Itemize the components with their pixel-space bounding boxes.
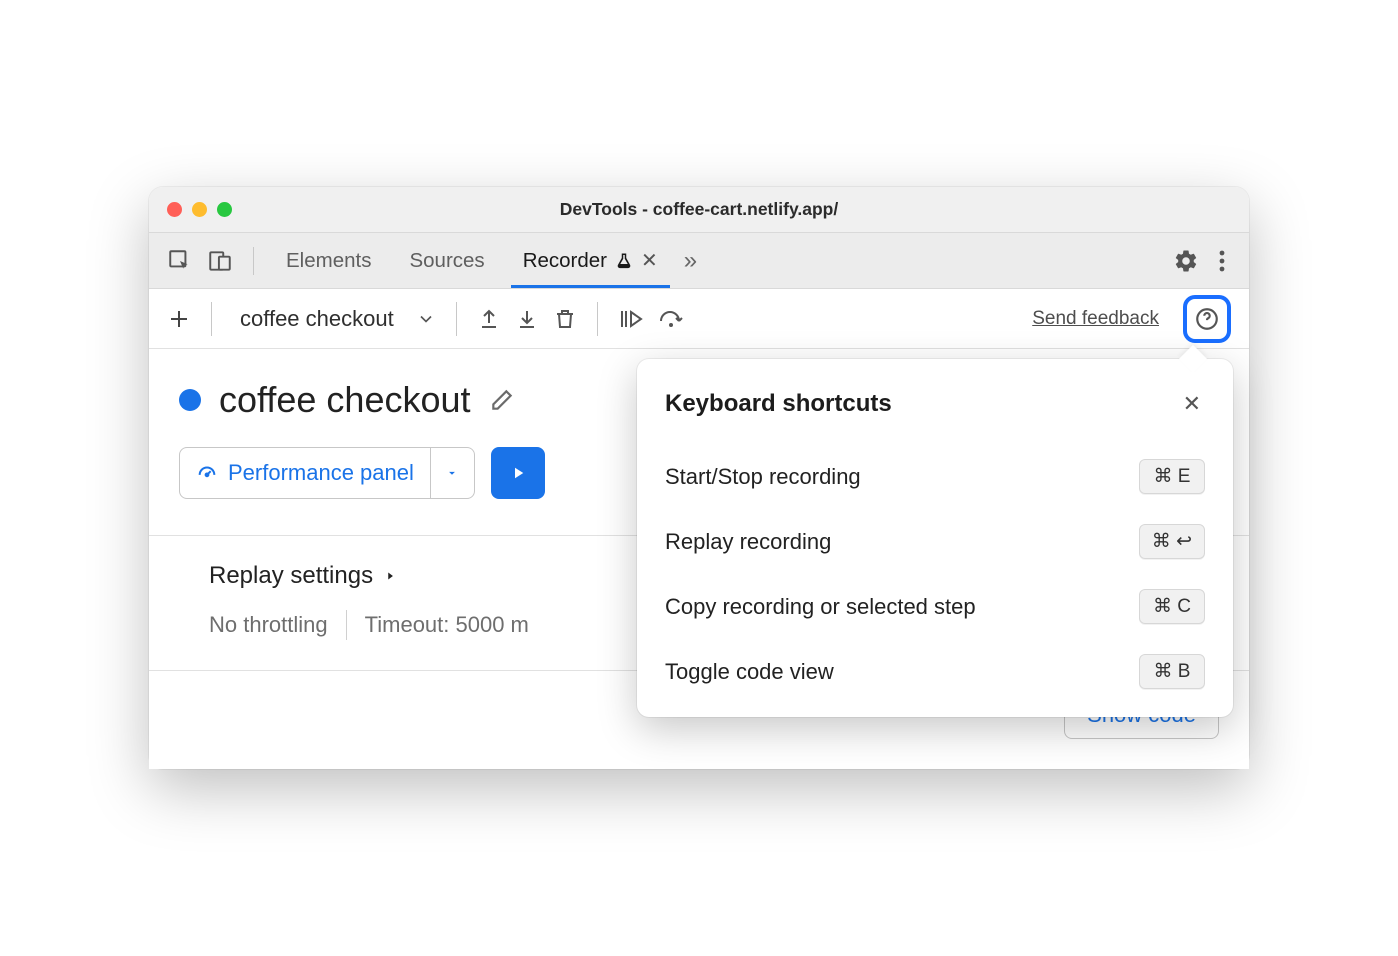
tab-recorder-label: Recorder — [523, 249, 607, 273]
shortcut-row: Start/Stop recording ⌘ E — [665, 459, 1205, 494]
shortcut-row: Toggle code view ⌘ B — [665, 654, 1205, 689]
tab-recorder[interactable]: Recorder ✕ — [511, 234, 670, 287]
delete-icon[interactable] — [553, 307, 577, 331]
titlebar: DevTools - coffee-cart.netlify.app/ — [149, 187, 1249, 233]
separator — [346, 610, 347, 640]
shortcut-keys: ⌘ B — [1139, 654, 1205, 689]
edit-title-icon[interactable] — [489, 387, 515, 413]
settings-gear-icon[interactable] — [1173, 248, 1199, 274]
maximize-window-button[interactable] — [217, 202, 232, 217]
close-window-button[interactable] — [167, 202, 182, 217]
tab-sources[interactable]: Sources — [397, 235, 496, 287]
close-tab-icon[interactable]: ✕ — [641, 248, 658, 273]
shortcut-label: Start/Stop recording — [665, 464, 861, 490]
separator — [211, 302, 212, 336]
new-recording-button[interactable] — [167, 307, 191, 331]
shortcut-keys: ⌘ E — [1139, 459, 1205, 494]
export-icon[interactable] — [477, 307, 501, 331]
devtools-window: DevTools - coffee-cart.netlify.app/ Elem… — [149, 187, 1249, 769]
chevron-right-icon — [383, 569, 397, 583]
panel-tabbar: Elements Sources Recorder ✕ » — [149, 233, 1249, 289]
performance-panel-label: Performance panel — [228, 460, 414, 486]
tab-elements[interactable]: Elements — [274, 235, 383, 287]
step-replay-icon[interactable] — [618, 307, 644, 331]
separator — [597, 302, 598, 336]
recording-selector[interactable]: coffee checkout — [232, 306, 402, 332]
flask-icon — [615, 252, 633, 270]
minimize-window-button[interactable] — [192, 202, 207, 217]
popover-close-button[interactable]: ✕ — [1179, 387, 1205, 421]
separator — [253, 247, 254, 275]
help-button[interactable] — [1183, 295, 1231, 343]
shortcut-label: Toggle code view — [665, 659, 834, 685]
import-icon[interactable] — [515, 307, 539, 331]
chevron-down-icon[interactable] — [416, 309, 436, 329]
recording-status-dot — [179, 389, 201, 411]
throttling-value: No throttling — [209, 612, 328, 638]
tab-sources-label: Sources — [409, 249, 484, 273]
tab-elements-label: Elements — [286, 249, 371, 273]
performance-dropdown-button[interactable] — [431, 447, 475, 499]
device-toolbar-icon[interactable] — [207, 248, 233, 274]
popover-title: Keyboard shortcuts — [665, 390, 892, 418]
shortcut-row: Copy recording or selected step ⌘ C — [665, 589, 1205, 624]
traffic-lights — [167, 202, 232, 217]
shortcut-keys: ⌘ ↩ — [1139, 524, 1205, 559]
separator — [456, 302, 457, 336]
window-title: DevTools - coffee-cart.netlify.app/ — [560, 199, 838, 220]
kebab-menu-icon[interactable] — [1213, 249, 1231, 273]
timeout-value: Timeout: 5000 m — [365, 612, 529, 638]
shortcut-label: Copy recording or selected step — [665, 594, 976, 620]
inspect-element-icon[interactable] — [167, 248, 193, 274]
step-over-icon[interactable] — [658, 307, 686, 331]
send-feedback-link[interactable]: Send feedback — [1032, 308, 1159, 330]
more-tabs-icon[interactable]: » — [684, 247, 697, 275]
gauge-icon — [196, 462, 218, 484]
replay-button[interactable] — [491, 447, 545, 499]
recording-title: coffee checkout — [219, 379, 471, 421]
replay-settings-label: Replay settings — [209, 562, 373, 590]
shortcut-label: Replay recording — [665, 529, 831, 555]
keyboard-shortcuts-popover: Keyboard shortcuts ✕ Start/Stop recordin… — [637, 359, 1233, 717]
recorder-toolbar: coffee checkout Send feedback — [149, 289, 1249, 349]
shortcut-keys: ⌘ C — [1139, 589, 1205, 624]
performance-panel-button[interactable]: Performance panel — [179, 447, 431, 499]
shortcut-row: Replay recording ⌘ ↩ — [665, 524, 1205, 559]
